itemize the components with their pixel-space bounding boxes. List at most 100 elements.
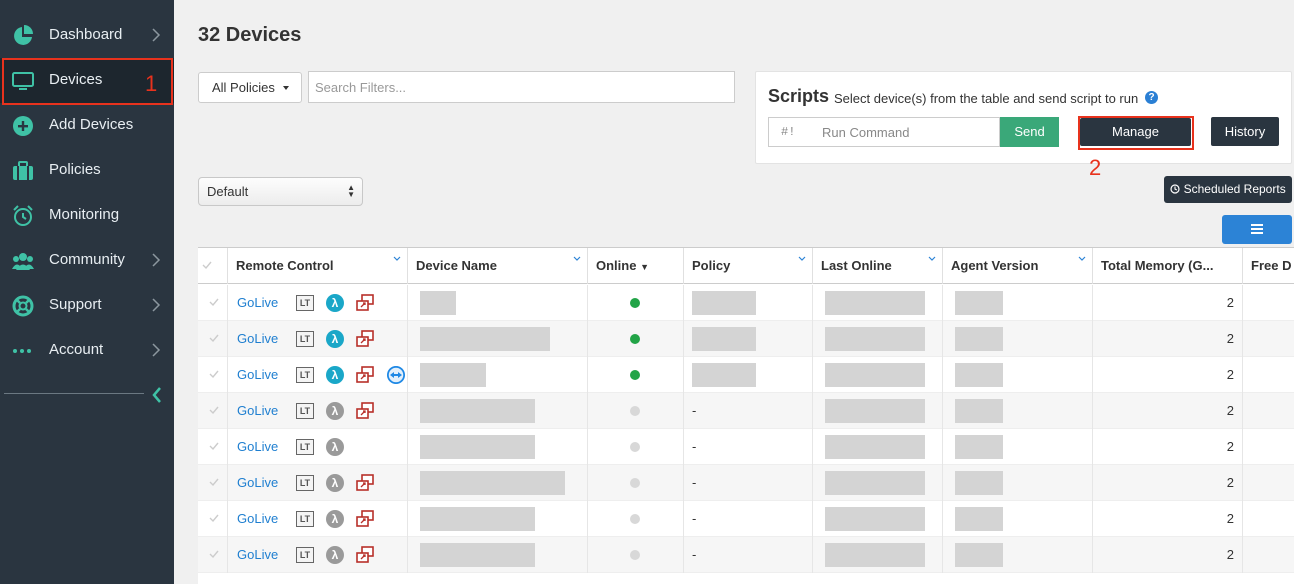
table-row[interactable]: GoLive LT λ 2 [198,285,1294,321]
send-button[interactable]: Send [1000,117,1059,147]
remote-control-cell: GoLive LT λ [228,501,408,537]
lambda-icon[interactable]: λ [326,438,344,456]
table-row[interactable]: GoLive LT λ - 2 [198,501,1294,537]
table-row[interactable]: GoLive LT λ - 2 [198,537,1294,573]
lambda-icon[interactable]: λ [326,294,344,312]
golive-link[interactable]: GoLive [228,547,278,562]
total-memory-cell: 2 [1093,285,1243,321]
redacted-text [955,399,1003,423]
table-row[interactable]: GoLive LT λ 2 [198,357,1294,393]
policy-value: - [692,403,697,418]
remote-desktop-icon[interactable] [356,330,374,348]
device-name-cell[interactable] [408,357,588,393]
remote-desktop-icon[interactable] [356,402,374,420]
row-select-cell[interactable] [198,501,228,537]
lambda-icon[interactable]: λ [326,402,344,420]
column-device-name[interactable]: Device Name [408,248,588,284]
offline-status-dot [630,550,640,560]
device-name-cell[interactable] [408,321,588,357]
logmein-lt-icon[interactable]: LT [296,367,314,383]
remote-desktop-icon[interactable] [356,546,374,564]
lambda-icon[interactable]: λ [326,546,344,564]
logmein-lt-icon[interactable]: LT [296,511,314,527]
policy-dropdown[interactable]: All Policies [198,72,302,103]
column-remote-control[interactable]: Remote Control [228,248,408,284]
device-name-cell[interactable] [408,429,588,465]
agent-version-cell [943,393,1093,429]
golive-link[interactable]: GoLive [228,403,278,418]
search-filters-input[interactable] [308,71,735,103]
history-button[interactable]: History [1211,117,1279,146]
logmein-lt-icon[interactable]: LT [296,295,314,311]
online-cell [588,357,684,393]
sidebar-item-monitoring[interactable]: Monitoring [0,193,174,238]
column-online[interactable]: Online ▼ [588,248,684,284]
sidebar-item-add-devices[interactable]: Add Devices [0,103,174,148]
remote-desktop-icon[interactable] [356,510,374,528]
chevron-down-icon [573,256,581,261]
logmein-lt-icon[interactable]: LT [296,547,314,563]
collapse-sidebar-icon[interactable] [150,385,164,405]
chevron-right-icon [152,298,161,312]
column-agent-version[interactable]: Agent Version [943,248,1093,284]
table-row[interactable]: GoLive LT λ - 2 [198,465,1294,501]
table-row[interactable]: GoLive LT λ - 2 [198,429,1294,465]
sidebar-item-dashboard[interactable]: Dashboard [0,13,174,58]
last-online-cell [813,321,943,357]
logmein-lt-icon[interactable]: LT [296,439,314,455]
row-select-cell[interactable] [198,357,228,393]
sidebar-item-policies[interactable]: Policies [0,148,174,193]
device-name-cell[interactable] [408,501,588,537]
column-label: Remote Control [236,258,334,273]
policy-value: - [692,475,697,490]
row-select-cell[interactable] [198,537,228,573]
select-all-column[interactable] [198,248,228,284]
device-name-cell[interactable] [408,537,588,573]
table-row[interactable]: GoLive LT λ 2 [198,321,1294,357]
scheduled-reports-button[interactable]: Scheduled Reports [1164,176,1292,203]
row-select-cell[interactable] [198,393,228,429]
total-memory-cell: 2 [1093,321,1243,357]
view-select[interactable]: Default ▲ ▼ [198,177,363,206]
golive-link[interactable]: GoLive [228,367,278,382]
column-free-disk[interactable]: Free D [1243,248,1294,284]
column-policy[interactable]: Policy [684,248,813,284]
lambda-icon[interactable]: λ [326,366,344,384]
lambda-icon[interactable]: λ [326,510,344,528]
help-icon[interactable]: ? [1145,91,1158,104]
lambda-icon[interactable]: λ [326,330,344,348]
column-menu-button[interactable] [1222,215,1292,244]
teamviewer-icon[interactable] [387,366,405,384]
alarm-clock-icon [13,205,33,226]
sidebar-item-community[interactable]: Community [0,238,174,283]
sidebar-item-account[interactable]: Account [0,328,174,373]
golive-link[interactable]: GoLive [228,295,278,310]
row-select-cell[interactable] [198,429,228,465]
redacted-text [825,543,925,567]
row-select-cell[interactable] [198,321,228,357]
logmein-lt-icon[interactable]: LT [296,331,314,347]
device-name-cell[interactable] [408,393,588,429]
column-label: Agent Version [951,258,1039,273]
logmein-lt-icon[interactable]: LT [296,475,314,491]
golive-link[interactable]: GoLive [228,331,278,346]
golive-link[interactable]: GoLive [228,511,278,526]
run-command-input[interactable] [808,117,1000,147]
remote-desktop-icon[interactable] [356,474,374,492]
table-row[interactable]: GoLive LT λ - 2 [198,393,1294,429]
manage-button[interactable]: Manage [1080,118,1191,146]
remote-desktop-icon[interactable] [356,366,374,384]
select-arrows-icon: ▲ ▼ [347,183,355,199]
remote-desktop-icon[interactable] [356,294,374,312]
column-total-memory[interactable]: Total Memory (G... [1093,248,1243,284]
lambda-icon[interactable]: λ [326,474,344,492]
golive-link[interactable]: GoLive [228,439,278,454]
device-name-cell[interactable] [408,285,588,321]
sidebar-item-support[interactable]: Support [0,283,174,328]
golive-link[interactable]: GoLive [228,475,278,490]
column-last-online[interactable]: Last Online [813,248,943,284]
row-select-cell[interactable] [198,465,228,501]
logmein-lt-icon[interactable]: LT [296,403,314,419]
device-name-cell[interactable] [408,465,588,501]
row-select-cell[interactable] [198,285,228,321]
